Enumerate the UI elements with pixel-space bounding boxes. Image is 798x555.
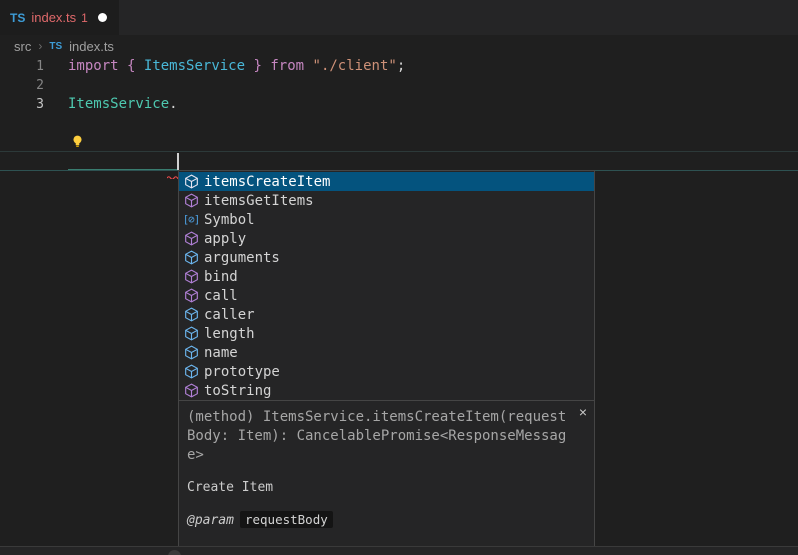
line-number-active: 3 xyxy=(0,95,44,114)
tab-error-count-badge: 1 xyxy=(81,11,88,25)
suggest-item[interactable]: [⊘]Symbol xyxy=(179,210,594,229)
suggest-item[interactable]: caller xyxy=(179,305,594,324)
tab-index-ts[interactable]: TS index.ts 1 xyxy=(0,0,119,35)
member-access-dot: . xyxy=(169,96,177,112)
close-icon[interactable]: × xyxy=(579,404,587,420)
unsaved-changes-dot[interactable] xyxy=(98,13,107,22)
field-icon xyxy=(183,345,199,361)
method-icon xyxy=(183,174,199,190)
keyword-from: from xyxy=(270,58,304,74)
code-line-1[interactable]: import { ItemsService } from "./client"; xyxy=(68,57,405,76)
doc-summary: Create Item xyxy=(187,478,586,497)
method-icon xyxy=(183,269,199,285)
param-name-chip: requestBody xyxy=(240,511,333,528)
intellisense-suggest-widget: itemsCreateItem itemsGetItems [⊘]Symbol … xyxy=(178,170,595,555)
suggest-item[interactable]: itemsCreateItem xyxy=(179,172,594,191)
method-icon xyxy=(183,288,199,304)
keyword-import: import xyxy=(68,58,119,74)
suggest-item[interactable]: itemsGetItems xyxy=(179,191,594,210)
breadcrumb-folder[interactable]: src xyxy=(14,39,31,54)
breadcrumb: src › TS index.ts xyxy=(0,35,798,57)
field-icon xyxy=(183,250,199,266)
suggest-item[interactable]: arguments xyxy=(179,248,594,267)
field-icon xyxy=(183,326,199,342)
breadcrumb-file[interactable]: index.ts xyxy=(69,39,114,54)
field-icon xyxy=(183,307,199,323)
line-number: 1 xyxy=(0,57,44,76)
suggest-item[interactable]: length xyxy=(179,324,594,343)
suggest-item[interactable]: prototype xyxy=(179,362,594,381)
suggest-item[interactable]: apply xyxy=(179,229,594,248)
line-number: 2 xyxy=(0,76,44,95)
module-string: "./client" xyxy=(313,58,397,74)
chevron-right-icon: › xyxy=(38,39,42,53)
suggest-docs-panel: × (method) ItemsService.itemsCreateItem(… xyxy=(179,400,594,555)
field-icon xyxy=(183,364,199,380)
method-signature: (method) ItemsService.itemsCreateItem(re… xyxy=(187,408,586,465)
symbol-misc-icon: [⊘] xyxy=(183,212,199,228)
occurrence-underline xyxy=(68,169,178,170)
lightbulb-icon[interactable] xyxy=(70,134,85,153)
code-editor[interactable]: 1 2 3 import { ItemsService } from "./cl… xyxy=(0,57,798,555)
bottom-sash[interactable] xyxy=(0,546,798,555)
indicator-dot xyxy=(168,550,181,555)
code-line-3[interactable]: ItemsService. xyxy=(68,95,405,114)
doc-param-line: @paramrequestBody xyxy=(187,510,586,530)
suggest-item[interactable]: call xyxy=(179,286,594,305)
class-name: ItemsService xyxy=(68,96,169,112)
method-icon xyxy=(183,231,199,247)
current-line-border-top xyxy=(0,151,798,152)
semicolon: ; xyxy=(397,58,405,74)
typescript-file-icon: TS xyxy=(10,11,25,25)
tab-filename: index.ts xyxy=(31,10,76,25)
imported-class-name: ItemsService xyxy=(144,58,245,74)
method-icon xyxy=(183,383,199,399)
suggest-item[interactable]: name xyxy=(179,343,594,362)
suggest-list: itemsCreateItem itemsGetItems [⊘]Symbol … xyxy=(179,171,594,400)
code-line-2[interactable] xyxy=(68,76,405,95)
tab-bar: TS index.ts 1 xyxy=(0,0,798,35)
line-number-gutter: 1 2 3 xyxy=(0,57,44,114)
method-icon xyxy=(183,193,199,209)
suggest-item[interactable]: toString xyxy=(179,381,594,400)
typescript-file-icon: TS xyxy=(49,41,62,52)
close-brace: } xyxy=(253,58,261,74)
suggest-item[interactable]: bind xyxy=(179,267,594,286)
